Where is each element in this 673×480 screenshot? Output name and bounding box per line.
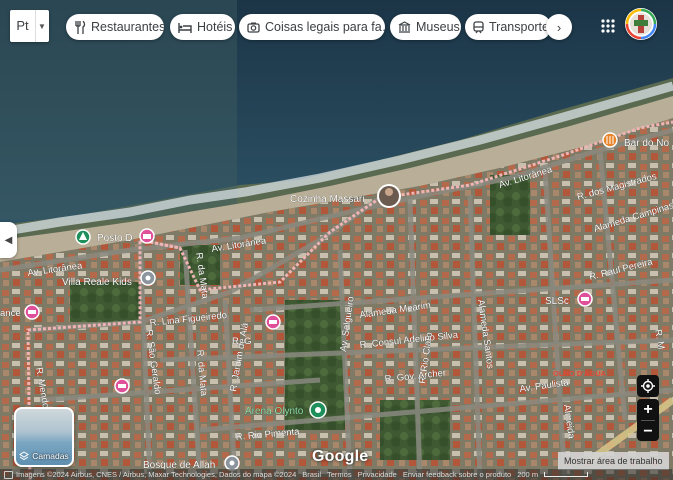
chip-hotels[interactable]: Hotéis bbox=[170, 14, 235, 40]
keyboard-icon[interactable] bbox=[4, 470, 13, 479]
chip-label: Transporte p bbox=[489, 20, 551, 34]
tooltip: Mostrar área de trabalho bbox=[558, 452, 669, 470]
hotel-pin[interactable] bbox=[265, 314, 281, 330]
fork-knife-icon bbox=[75, 20, 86, 34]
place-label: SLSc bbox=[545, 296, 569, 307]
restaurant-pin[interactable] bbox=[602, 132, 618, 148]
account-avatar-icon bbox=[625, 8, 657, 40]
place-label: OLHO D'AGUA bbox=[553, 369, 607, 378]
terms-link[interactable]: Termos bbox=[327, 470, 352, 479]
imagery-credit: Imagens ©2024 Airbus, CNES / Airbus, Max… bbox=[16, 470, 297, 479]
chip-restaurants[interactable]: Restaurantes bbox=[66, 14, 164, 40]
chevron-left-icon[interactable]: ◀ bbox=[5, 235, 13, 246]
scale-bar bbox=[544, 472, 589, 477]
park-pin[interactable] bbox=[75, 229, 91, 245]
zoom-in-button[interactable]: + bbox=[637, 399, 659, 420]
bed-icon bbox=[178, 22, 192, 33]
hotel-pin[interactable] bbox=[24, 304, 40, 320]
chip-label: Coisas legais para fa… bbox=[265, 20, 385, 34]
hotel-pin[interactable] bbox=[577, 291, 593, 307]
hotel-pin[interactable] bbox=[114, 378, 130, 394]
top-bar: Pt ▼ Restaurantes Hotéis Coisas legais p… bbox=[10, 8, 663, 44]
language-label[interactable]: Pt bbox=[10, 10, 36, 42]
place-label: Bar do No bbox=[624, 138, 669, 149]
zoom-out-button[interactable]: − bbox=[637, 421, 659, 442]
language-selector[interactable]: Pt ▼ bbox=[10, 10, 49, 42]
street-label: ance bbox=[0, 308, 21, 319]
privacy-link[interactable]: Privacidade bbox=[358, 470, 397, 479]
chip-things-to-do[interactable]: Coisas legais para fa… bbox=[239, 14, 385, 40]
feedback-link[interactable]: Enviar feedback sobre o produto bbox=[403, 470, 511, 479]
scale-label[interactable]: 200 m bbox=[517, 470, 538, 479]
place-label: Cozinha Massari bbox=[290, 194, 364, 205]
layers-label-row: Camadas bbox=[16, 451, 72, 461]
chip-transit[interactable]: Transporte p bbox=[465, 14, 551, 40]
chip-museums[interactable]: Museus bbox=[390, 14, 461, 40]
green-area-3 bbox=[70, 282, 140, 322]
museum-icon bbox=[398, 21, 411, 33]
layers-icon bbox=[19, 451, 30, 461]
my-location-button[interactable] bbox=[637, 375, 659, 397]
chevron-down-icon[interactable]: ▼ bbox=[36, 22, 48, 31]
crosshair-icon bbox=[641, 379, 655, 393]
zoom-controls: + − bbox=[637, 399, 659, 441]
train-icon bbox=[473, 20, 484, 33]
map-footer: Imagens ©2024 Airbus, CNES / Airbus, Max… bbox=[0, 469, 673, 480]
layers-label: Camadas bbox=[32, 451, 69, 461]
street-label: R. G bbox=[232, 336, 252, 347]
layers-button[interactable]: Camadas bbox=[14, 407, 74, 467]
photo-avatar-pin[interactable] bbox=[377, 184, 401, 208]
apps-grid-icon[interactable] bbox=[600, 18, 616, 34]
place-label: Villa Reale Kids bbox=[62, 277, 132, 288]
stadium-pin[interactable] bbox=[309, 401, 327, 419]
museum-pin[interactable] bbox=[139, 228, 155, 244]
chip-label: Museus bbox=[416, 20, 460, 34]
place-label: Arena Olynto bbox=[245, 406, 304, 417]
place-label: Posto D bbox=[97, 233, 133, 244]
avatar[interactable] bbox=[625, 8, 657, 40]
google-logo: Google bbox=[312, 448, 369, 465]
camera-icon bbox=[247, 22, 260, 33]
region-link[interactable]: Brasil bbox=[302, 470, 321, 479]
chip-label: Hotéis bbox=[197, 20, 233, 34]
chevron-right-icon[interactable]: › bbox=[546, 14, 572, 40]
chip-label: Restaurantes bbox=[91, 20, 164, 34]
place-pin[interactable] bbox=[224, 455, 240, 471]
place-pin[interactable] bbox=[140, 270, 156, 286]
collapse-panel-button[interactable]: ◀ bbox=[0, 222, 17, 258]
satellite-map[interactable]: Av. Litorânea Av. Litorânea Av. Litorâne… bbox=[0, 0, 673, 480]
